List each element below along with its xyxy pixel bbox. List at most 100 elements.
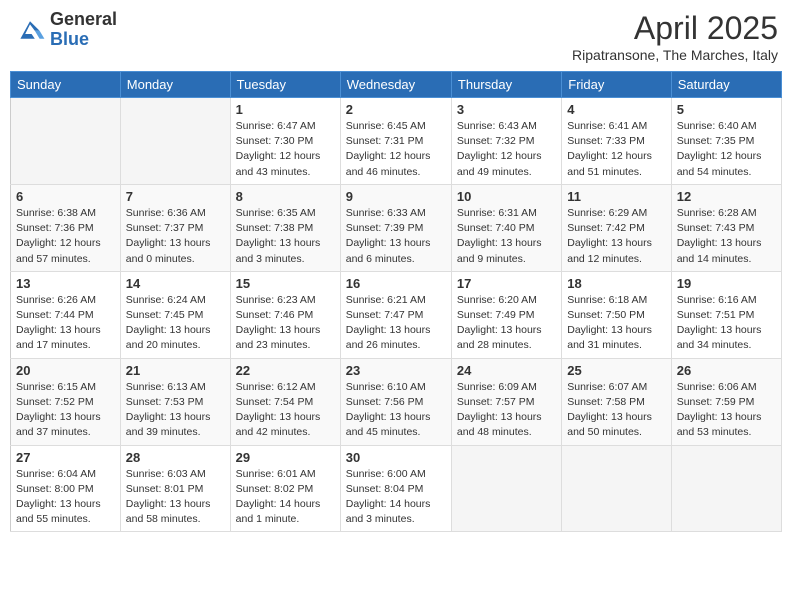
- title-section: April 2025 Ripatransone, The Marches, It…: [572, 10, 778, 63]
- day-info: Sunrise: 6:16 AM Sunset: 7:51 PM Dayligh…: [677, 293, 776, 354]
- calendar-cell: 18 Sunrise: 6:18 AM Sunset: 7:50 PM Dayli…: [562, 271, 671, 358]
- day-number: 22: [236, 363, 335, 378]
- day-number: 16: [346, 276, 446, 291]
- day-info: Sunrise: 6:15 AM Sunset: 7:52 PM Dayligh…: [16, 380, 115, 441]
- calendar-day-header: Monday: [120, 72, 230, 98]
- day-number: 5: [677, 102, 776, 117]
- calendar-day-header: Tuesday: [230, 72, 340, 98]
- day-number: 1: [236, 102, 335, 117]
- logo-blue: Blue: [50, 30, 117, 50]
- calendar-cell: [671, 445, 781, 532]
- day-number: 14: [126, 276, 225, 291]
- logo-text: General Blue: [50, 10, 117, 50]
- day-info: Sunrise: 6:33 AM Sunset: 7:39 PM Dayligh…: [346, 206, 446, 267]
- day-number: 27: [16, 450, 115, 465]
- day-info: Sunrise: 6:47 AM Sunset: 7:30 PM Dayligh…: [236, 119, 335, 180]
- calendar-cell: 15Sunrise: 6:23 AM Sunset: 7:46 PM Dayli…: [230, 271, 340, 358]
- calendar-cell: 3 Sunrise: 6:43 AM Sunset: 7:32 PM Daylig…: [451, 98, 561, 185]
- logo-icon: [14, 16, 46, 44]
- calendar-week-row: 13Sunrise: 6:26 AM Sunset: 7:44 PM Dayli…: [11, 271, 782, 358]
- location: Ripatransone, The Marches, Italy: [572, 47, 778, 63]
- day-info: Sunrise: 6:18 AM Sunset: 7:50 PM Dayligh…: [567, 293, 665, 354]
- day-number: 12: [677, 189, 776, 204]
- day-info: Sunrise: 6:13 AM Sunset: 7:53 PM Dayligh…: [126, 380, 225, 441]
- calendar-cell: 27 Sunrise: 6:04 AM Sunset: 8:00 PM Dayli…: [11, 445, 121, 532]
- day-info: Sunrise: 6:28 AM Sunset: 7:43 PM Dayligh…: [677, 206, 776, 267]
- day-info: Sunrise: 6:07 AM Sunset: 7:58 PM Dayligh…: [567, 380, 665, 441]
- calendar-cell: 25 Sunrise: 6:07 AM Sunset: 7:58 PM Dayli…: [562, 358, 671, 445]
- calendar-day-header: Sunday: [11, 72, 121, 98]
- logo-general: General: [50, 10, 117, 30]
- day-info: Sunrise: 6:31 AM Sunset: 7:40 PM Dayligh…: [457, 206, 556, 267]
- day-number: 11: [567, 189, 665, 204]
- day-number: 29: [236, 450, 335, 465]
- day-number: 30: [346, 450, 446, 465]
- day-info: Sunrise: 6:43 AM Sunset: 7:32 PM Dayligh…: [457, 119, 556, 180]
- calendar-week-row: 27 Sunrise: 6:04 AM Sunset: 8:00 PM Dayli…: [11, 445, 782, 532]
- day-number: 19: [677, 276, 776, 291]
- calendar-cell: 30 Sunrise: 6:00 AM Sunset: 8:04 PM Dayli…: [340, 445, 451, 532]
- calendar-cell: 12 Sunrise: 6:28 AM Sunset: 7:43 PM Dayli…: [671, 184, 781, 271]
- calendar-cell: 23Sunrise: 6:10 AM Sunset: 7:56 PM Dayli…: [340, 358, 451, 445]
- day-number: 21: [126, 363, 225, 378]
- calendar-cell: 20 Sunrise: 6:15 AM Sunset: 7:52 PM Dayli…: [11, 358, 121, 445]
- calendar-cell: 7 Sunrise: 6:36 AM Sunset: 7:37 PM Daylig…: [120, 184, 230, 271]
- calendar-cell: 8 Sunrise: 6:35 AM Sunset: 7:38 PM Daylig…: [230, 184, 340, 271]
- day-number: 10: [457, 189, 556, 204]
- day-number: 18: [567, 276, 665, 291]
- day-info: Sunrise: 6:24 AM Sunset: 7:45 PM Dayligh…: [126, 293, 225, 354]
- calendar-cell: 13Sunrise: 6:26 AM Sunset: 7:44 PM Dayli…: [11, 271, 121, 358]
- calendar-cell: 19 Sunrise: 6:16 AM Sunset: 7:51 PM Dayli…: [671, 271, 781, 358]
- calendar-cell: 21 Sunrise: 6:13 AM Sunset: 7:53 PM Dayli…: [120, 358, 230, 445]
- month-title: April 2025: [572, 10, 778, 47]
- day-number: 25: [567, 363, 665, 378]
- day-number: 3: [457, 102, 556, 117]
- calendar-cell: 1 Sunrise: 6:47 AM Sunset: 7:30 PM Daylig…: [230, 98, 340, 185]
- calendar-week-row: 1 Sunrise: 6:47 AM Sunset: 7:30 PM Daylig…: [11, 98, 782, 185]
- day-info: Sunrise: 6:41 AM Sunset: 7:33 PM Dayligh…: [567, 119, 665, 180]
- calendar-cell: 9 Sunrise: 6:33 AM Sunset: 7:39 PM Daylig…: [340, 184, 451, 271]
- calendar-cell: 11 Sunrise: 6:29 AM Sunset: 7:42 PM Dayli…: [562, 184, 671, 271]
- day-info: Sunrise: 6:29 AM Sunset: 7:42 PM Dayligh…: [567, 206, 665, 267]
- calendar-cell: 6 Sunrise: 6:38 AM Sunset: 7:36 PM Daylig…: [11, 184, 121, 271]
- calendar-cell: 17 Sunrise: 6:20 AM Sunset: 7:49 PM Dayli…: [451, 271, 561, 358]
- day-info: Sunrise: 6:36 AM Sunset: 7:37 PM Dayligh…: [126, 206, 225, 267]
- day-number: 7: [126, 189, 225, 204]
- logo: General Blue: [14, 10, 117, 50]
- calendar-cell: [120, 98, 230, 185]
- calendar-week-row: 6 Sunrise: 6:38 AM Sunset: 7:36 PM Daylig…: [11, 184, 782, 271]
- day-number: 9: [346, 189, 446, 204]
- calendar-cell: 4 Sunrise: 6:41 AM Sunset: 7:33 PM Daylig…: [562, 98, 671, 185]
- day-number: 6: [16, 189, 115, 204]
- day-number: 4: [567, 102, 665, 117]
- day-number: 20: [16, 363, 115, 378]
- day-number: 17: [457, 276, 556, 291]
- day-info: Sunrise: 6:04 AM Sunset: 8:00 PM Dayligh…: [16, 467, 115, 528]
- calendar-day-header: Saturday: [671, 72, 781, 98]
- calendar-cell: 14 Sunrise: 6:24 AM Sunset: 7:45 PM Dayli…: [120, 271, 230, 358]
- day-info: Sunrise: 6:35 AM Sunset: 7:38 PM Dayligh…: [236, 206, 335, 267]
- day-info: Sunrise: 6:06 AM Sunset: 7:59 PM Dayligh…: [677, 380, 776, 441]
- day-info: Sunrise: 6:01 AM Sunset: 8:02 PM Dayligh…: [236, 467, 335, 528]
- day-number: 26: [677, 363, 776, 378]
- day-info: Sunrise: 6:03 AM Sunset: 8:01 PM Dayligh…: [126, 467, 225, 528]
- calendar-day-header: Friday: [562, 72, 671, 98]
- calendar-cell: 5Sunrise: 6:40 AM Sunset: 7:35 PM Daylig…: [671, 98, 781, 185]
- day-number: 24: [457, 363, 556, 378]
- page-header: General Blue April 2025 Ripatransone, Th…: [10, 10, 782, 63]
- calendar-cell: [562, 445, 671, 532]
- calendar-cell: [11, 98, 121, 185]
- calendar-cell: [451, 445, 561, 532]
- day-info: Sunrise: 6:12 AM Sunset: 7:54 PM Dayligh…: [236, 380, 335, 441]
- day-info: Sunrise: 6:10 AM Sunset: 7:56 PM Dayligh…: [346, 380, 446, 441]
- calendar-cell: 24Sunrise: 6:09 AM Sunset: 7:57 PM Dayli…: [451, 358, 561, 445]
- day-number: 28: [126, 450, 225, 465]
- day-info: Sunrise: 6:20 AM Sunset: 7:49 PM Dayligh…: [457, 293, 556, 354]
- day-info: Sunrise: 6:38 AM Sunset: 7:36 PM Dayligh…: [16, 206, 115, 267]
- calendar-cell: 2Sunrise: 6:45 AM Sunset: 7:31 PM Daylig…: [340, 98, 451, 185]
- day-info: Sunrise: 6:00 AM Sunset: 8:04 PM Dayligh…: [346, 467, 446, 528]
- day-number: 8: [236, 189, 335, 204]
- calendar-cell: 29 Sunrise: 6:01 AM Sunset: 8:02 PM Dayli…: [230, 445, 340, 532]
- calendar-cell: 26 Sunrise: 6:06 AM Sunset: 7:59 PM Dayli…: [671, 358, 781, 445]
- calendar-day-header: Thursday: [451, 72, 561, 98]
